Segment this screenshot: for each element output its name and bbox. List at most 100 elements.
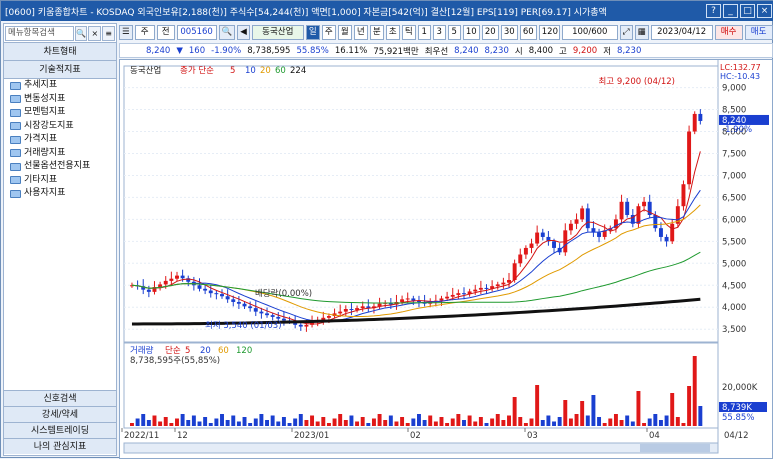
candle-body [518, 254, 523, 264]
tab-strength[interactable]: 강세/약세 [4, 406, 116, 422]
tree-item-8[interactable]: 사용자지표 [4, 187, 116, 201]
candle-body [259, 311, 264, 314]
period-select[interactable]: 주 [134, 25, 155, 40]
candle-body [529, 243, 534, 248]
volume-bar [428, 415, 433, 426]
interval-week[interactable]: 주 [321, 25, 336, 40]
volume-bar [225, 420, 230, 426]
volume-legend-120: 120 [236, 346, 252, 356]
volume-bar [175, 418, 179, 426]
volume-bar [270, 415, 275, 426]
candle-body [692, 113, 697, 132]
num-10[interactable]: 10 [462, 25, 480, 40]
volume-bar [591, 395, 596, 426]
mode-select[interactable]: 전 [156, 25, 175, 40]
volume-bar [259, 414, 264, 426]
volume-bar [625, 415, 630, 426]
interval-second[interactable]: 초 [385, 25, 400, 40]
horizontal-scrollbar [123, 442, 719, 454]
volume-bar [495, 414, 500, 426]
interval-year[interactable]: 년 [353, 25, 368, 40]
chart-stock-title: 동국산업 [130, 65, 161, 76]
volume-bar [383, 420, 388, 426]
tree-item-5[interactable]: 거래량지표 [4, 147, 116, 161]
num-5[interactable]: 5 [447, 25, 461, 40]
tree-item-7[interactable]: 기타지표 [4, 174, 116, 188]
candle-body [462, 293, 466, 295]
candle-body [580, 208, 585, 220]
tab-my-indicators[interactable]: 나의 관심지표 [4, 438, 116, 454]
num-30[interactable]: 30 [500, 25, 518, 40]
num-60[interactable]: 60 [519, 25, 537, 40]
volume-bar [220, 414, 224, 426]
num-3[interactable]: 3 [432, 25, 446, 40]
volume-bar [180, 414, 185, 426]
volume-bar [552, 421, 556, 426]
tree-item-1[interactable]: 변동성지표 [4, 93, 116, 107]
low-label: 저 [603, 46, 612, 57]
legend-label: 종가 단순 [180, 65, 214, 76]
count-input[interactable]: 100/600 [561, 25, 618, 40]
volume-bar [658, 420, 663, 426]
candle-body [248, 306, 253, 309]
interval-minute[interactable]: 분 [369, 25, 384, 40]
candle-body [220, 294, 224, 297]
candle-body [231, 299, 236, 302]
help-button[interactable]: ? [706, 4, 721, 18]
tree-item-2[interactable]: 모멘텀지표 [4, 106, 116, 120]
folder-icon [10, 95, 21, 104]
chart-window: [0600] 키움종합차트 - KOSDAQ 외국인보유[2,188(천)] 주… [0, 0, 773, 459]
prev-icon[interactable]: ◀ [237, 25, 250, 40]
chart-svg[interactable]: 9,0008,5008,0007,5007,0006,5006,0005,500… [120, 60, 772, 458]
folder-icon [10, 135, 21, 144]
volume-bar [473, 421, 478, 426]
tab-technical-indicator[interactable]: 기술적지표 [4, 61, 116, 79]
x-tick-label: 04 [649, 431, 660, 441]
menu-icon[interactable]: ☰ [119, 25, 133, 40]
tab-signal-search[interactable]: 신호검색 [4, 390, 116, 406]
interval-month[interactable]: 월 [337, 25, 352, 40]
zoom-icon[interactable]: ⤢ [619, 25, 633, 40]
buy-button[interactable]: 매수 [714, 25, 743, 40]
tree-item-label: 시장강도지표 [24, 120, 74, 131]
volume-bar [630, 421, 635, 426]
close-button[interactable]: × [757, 4, 772, 18]
clear-icon[interactable]: × [88, 25, 102, 41]
tab-chart-type[interactable]: 차트형태 [4, 43, 116, 61]
list-icon[interactable]: ≡ [102, 25, 116, 41]
sell-button[interactable]: 매도 [744, 25, 773, 40]
chart-area[interactable]: 9,000 8,500 8,000 7,500 7,000 6,500 6,000 5,500… [119, 59, 773, 459]
date-input[interactable]: 2023/04/12 [650, 25, 713, 40]
minimize-button[interactable]: _ [723, 4, 738, 18]
title-bar: [0600] 키움종합차트 - KOSDAQ 외국인보유[2,188(천)] 주… [1, 1, 773, 21]
num-20[interactable]: 20 [481, 25, 499, 40]
volume-bar [540, 420, 545, 426]
volume-bar [304, 420, 309, 426]
tree-item-4[interactable]: 가격지표 [4, 133, 116, 147]
search-icon[interactable]: 🔍 [74, 25, 88, 41]
y-tick-label: 9,000 [722, 84, 746, 94]
grid-icon[interactable]: ▦ [634, 25, 649, 40]
candle-body [473, 289, 478, 292]
volume-bar [557, 417, 562, 426]
maximize-button[interactable]: □ [740, 4, 755, 18]
turnover: 16.11% [334, 45, 368, 56]
volume-bar [281, 417, 286, 426]
volume-bar [529, 418, 534, 426]
search-code-icon[interactable]: 🔍 [218, 25, 236, 40]
interval-day[interactable]: 일 [305, 25, 320, 40]
num-120[interactable]: 120 [538, 25, 560, 40]
interval-tick[interactable]: 틱 [401, 25, 416, 40]
search-input[interactable]: 메뉴항목검색 [5, 25, 74, 41]
tree-item-label: 선물옵션전용지표 [24, 161, 91, 171]
volume-bar [321, 417, 326, 426]
tab-system-trading[interactable]: 시스템트레이딩 [4, 422, 116, 438]
volume-bar [670, 393, 675, 426]
tree-item-6[interactable]: 선물옵션전용지표 [4, 160, 116, 174]
num-1[interactable]: 1 [417, 25, 431, 40]
volume-bar [146, 420, 151, 426]
tree-item-0[interactable]: 추세지표 [4, 79, 116, 93]
tree-item-3[interactable]: 시장강도지표 [4, 120, 116, 134]
stock-code-input[interactable]: 005160 [176, 25, 217, 40]
candle-body [597, 232, 602, 237]
